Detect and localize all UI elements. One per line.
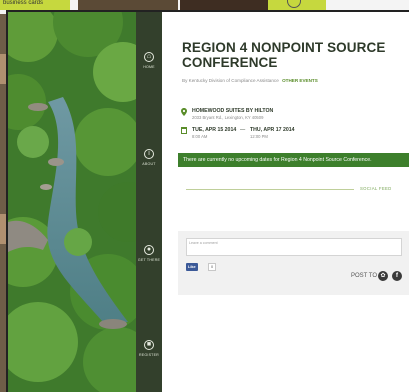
facebook-icon[interactable]: f xyxy=(392,271,402,281)
event-title: REGION 4 NONPOINT SOURCE CONFERENCE xyxy=(182,40,386,70)
social-feed-label: SOCIAL FEED xyxy=(360,186,392,191)
comment-input[interactable]: Leave a comment xyxy=(186,238,402,256)
river-landscape-image xyxy=(8,12,136,392)
date-separator: — xyxy=(240,127,246,133)
venue-address: 2033 Bryant Rd., Lexington, KY 40509 xyxy=(192,115,264,120)
register-icon: ■ xyxy=(144,340,154,350)
background-text: business cards xyxy=(3,0,44,6)
nav-item-home[interactable]: ⌂ HOME xyxy=(136,52,162,69)
nav-item-label: GET THERE xyxy=(137,258,161,262)
event-photo xyxy=(8,12,136,392)
start-date: TUE, APR 15 2014 xyxy=(192,127,237,133)
location-pin-icon xyxy=(181,108,187,116)
event-details: REGION 4 NONPOINT SOURCE CONFERENCE By K… xyxy=(162,12,409,392)
other-events-link[interactable]: OTHER EVENTS xyxy=(282,78,318,83)
map-pin-icon: ● xyxy=(144,245,154,255)
sidebar-nav: ⌂ HOME i ABOUT ● GET THERE ■ REGISTER xyxy=(136,12,162,392)
comment-panel: Leave a comment Like 0 POST TO ✿ f xyxy=(178,231,409,295)
start-time: 8:00 AM xyxy=(192,134,208,139)
nav-item-register[interactable]: ■ REGISTER xyxy=(136,340,162,357)
home-icon: ⌂ xyxy=(144,52,154,62)
background-thumbnail xyxy=(180,0,268,10)
nav-item-get-there[interactable]: ● GET THERE xyxy=(136,245,162,262)
event-organizer: By Kentucky Division of Compliance Assis… xyxy=(182,78,318,83)
facebook-like-label: Like xyxy=(188,265,196,269)
post-to-label: POST TO xyxy=(351,273,378,279)
nav-item-label: ABOUT xyxy=(142,162,156,166)
nav-item-about[interactable]: i ABOUT xyxy=(136,149,162,166)
info-icon: i xyxy=(144,149,154,159)
nav-item-label: HOME xyxy=(143,65,155,69)
end-time: 12:00 PM xyxy=(250,134,268,139)
screen: business cards ⌂ HOME i ABOUT ● GET THER… xyxy=(0,0,409,392)
venue-name[interactable]: HOMEWOOD SUITES BY HILTON xyxy=(192,108,273,114)
social-feed-divider xyxy=(186,189,354,190)
end-date: THU, APR 17 2014 xyxy=(250,127,295,133)
facebook-like-button[interactable]: Like xyxy=(186,263,198,271)
like-count: 0 xyxy=(208,263,216,271)
organizer-text: By Kentucky Division of Compliance Assis… xyxy=(182,78,279,83)
calendar-icon xyxy=(181,127,187,134)
twitter-icon[interactable]: ✿ xyxy=(378,271,388,281)
background-thumbnail xyxy=(78,0,178,10)
nav-item-label: REGISTER xyxy=(139,353,159,357)
event-popup: ⌂ HOME i ABOUT ● GET THERE ■ REGISTER RE… xyxy=(6,10,409,392)
no-upcoming-dates-notice: There are currently no upcoming dates fo… xyxy=(178,153,409,167)
